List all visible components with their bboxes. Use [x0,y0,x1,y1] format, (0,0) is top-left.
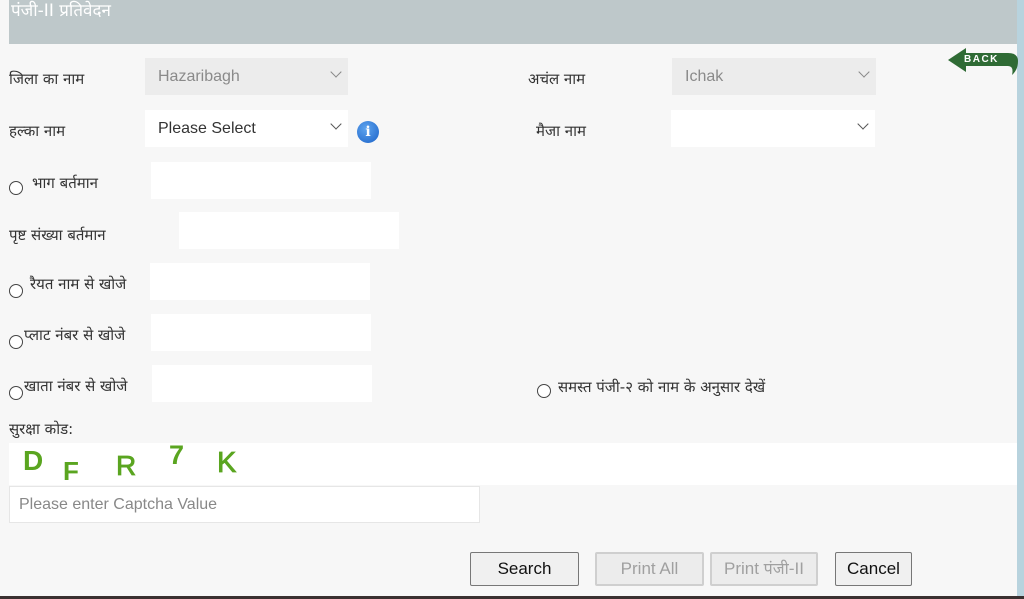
page-no-label: पृष्ट संख्या बर्तमान [9,226,106,244]
district-select[interactable]: Hazaribagh [145,58,348,95]
captcha-char: F [63,456,79,486]
district-label: जिला का नाम [9,70,85,88]
circle-value: Ichak [685,68,724,85]
print-register-button[interactable]: Print पंजी-II [710,552,818,586]
page-title: पंजी-II प्रतिवेदन [11,1,111,21]
captcha-char: 7 [169,440,185,470]
back-label: BACK [964,54,999,65]
raiyat-label: रैयत नाम से खोजे [30,275,127,293]
page-header: पंजी-II प्रतिवेदन [9,0,1017,44]
search-button[interactable]: Search [470,552,579,586]
khata-label: खाता नंबर से खोजे [24,377,128,395]
halka-label: हल्का नाम [9,122,66,140]
mauza-select[interactable] [671,110,875,147]
khata-input[interactable] [152,365,372,402]
all-register-radio[interactable] [537,384,551,398]
bhag-input[interactable] [151,162,371,199]
mauza-label: मैजा नाम [536,122,586,140]
plot-label: प्लाट नंबर से खोजे [24,326,126,344]
chevron-down-icon [330,66,342,78]
raiyat-radio[interactable] [9,284,23,298]
captcha-input[interactable]: Please enter Captcha Value [9,486,480,523]
print-register-prefix: Print [723,559,764,578]
info-icon[interactable]: i [357,121,379,143]
raiyat-input[interactable] [150,263,370,300]
page-no-input[interactable] [179,212,399,249]
back-button[interactable]: BACK [946,44,1020,78]
captcha-char: R [116,450,137,482]
plot-radio[interactable] [9,335,23,349]
all-register-label: समस्त पंजी-२ को नाम के अनुसार देखें [558,378,766,396]
print-all-button[interactable]: Print All [595,552,704,586]
captcha-char: K [217,447,237,480]
bhag-label: भाग बर्तमान [32,174,98,192]
circle-label: अचंल नाम [528,70,586,88]
captcha-char: D [23,445,44,476]
khata-radio[interactable] [9,386,23,400]
circle-select[interactable]: Ichak [672,58,876,95]
district-value: Hazaribagh [158,68,240,85]
cancel-button[interactable]: Cancel [835,552,912,586]
window-edge [1017,0,1024,599]
captcha-placeholder: Please enter Captcha Value [19,496,218,513]
print-register-suffix: पंजी-II [763,559,804,578]
captcha-label: सुरक्षा कोड: [9,420,74,438]
chevron-down-icon [858,66,870,78]
plot-input[interactable] [151,314,371,351]
captcha-image: D F R 7 K [9,440,1017,486]
chevron-down-icon [330,118,342,130]
bhag-radio[interactable] [9,181,23,195]
halka-select[interactable]: Please Select [145,110,348,147]
chevron-down-icon [857,118,869,130]
halka-value: Please Select [158,120,256,137]
